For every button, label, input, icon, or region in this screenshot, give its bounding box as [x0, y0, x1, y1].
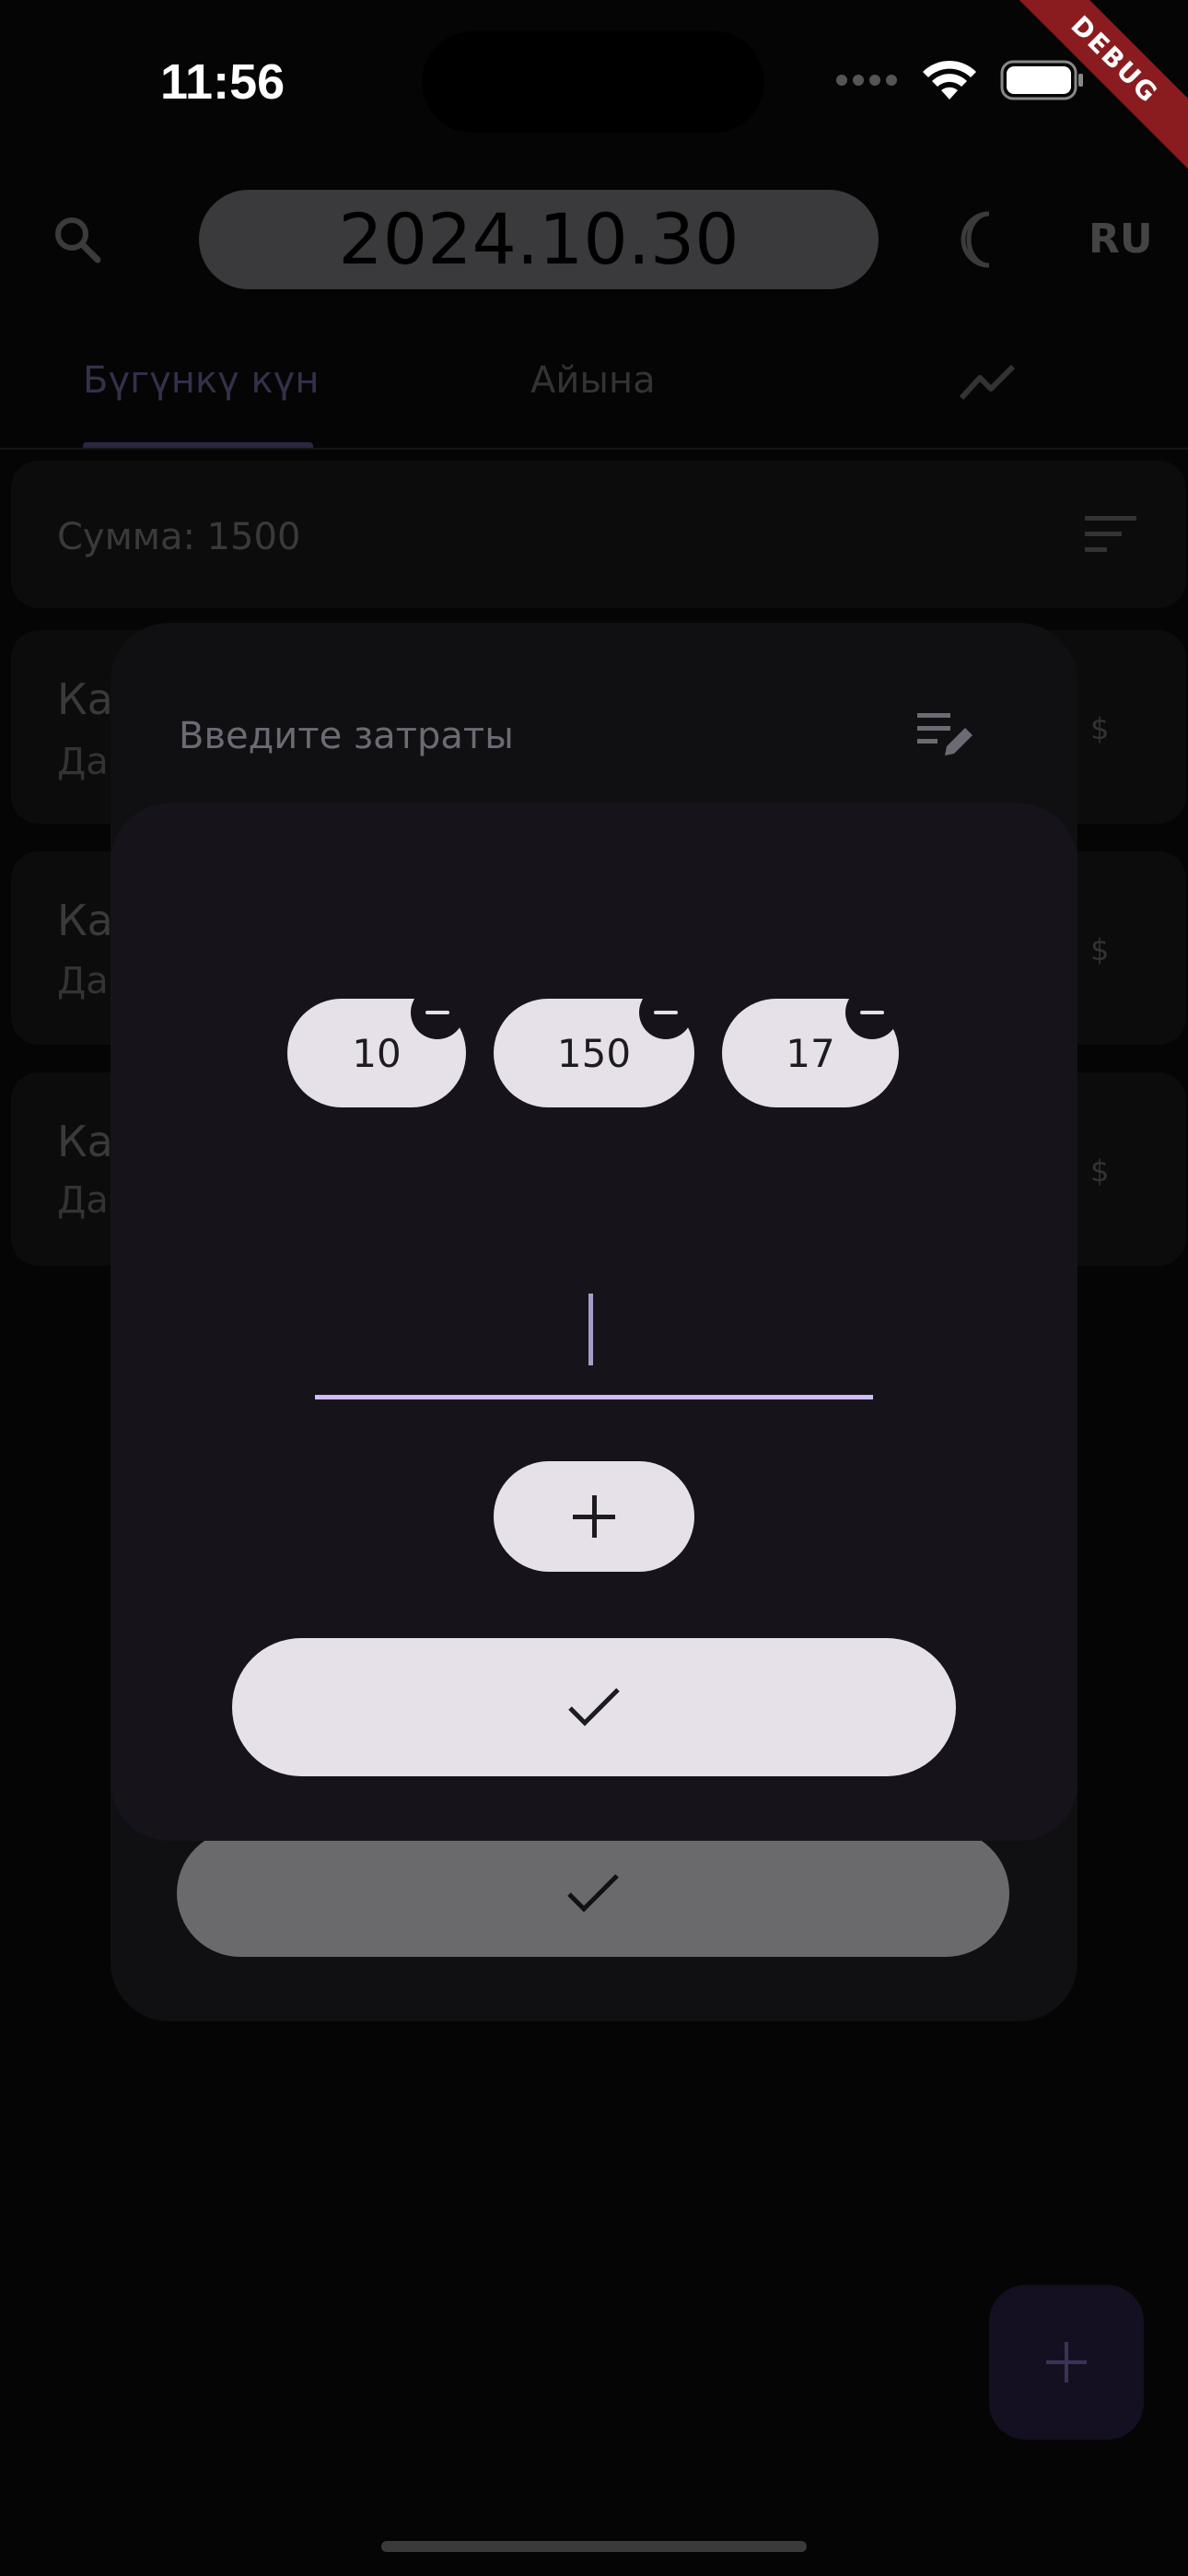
cellular-icon: [836, 75, 897, 86]
minus-icon: [654, 1011, 678, 1014]
check-icon: [568, 1688, 620, 1727]
expense-item-currency: $: [1090, 1153, 1110, 1188]
add-amount-button[interactable]: [494, 1461, 694, 1572]
moon-icon[interactable]: [958, 210, 1013, 273]
expense-item-title: Ка: [57, 896, 113, 945]
minus-icon: [425, 1011, 449, 1014]
edit-list-icon[interactable]: [917, 709, 974, 765]
tab-month[interactable]: Айына: [530, 359, 656, 402]
minus-icon: [860, 1011, 884, 1014]
expense-item-subtitle: Да: [57, 1179, 109, 1222]
expense-item-currency: $: [1090, 932, 1110, 967]
tab-today[interactable]: Бүгүнкү күн: [83, 359, 319, 402]
amount-chip-label: 17: [786, 1030, 835, 1076]
add-fab-button[interactable]: [989, 2285, 1144, 2440]
summary-label: Сумма: 1500: [57, 516, 301, 558]
dynamic-island: [422, 31, 764, 133]
amount-input[interactable]: [315, 1281, 873, 1399]
status-icons: [834, 59, 1085, 101]
remove-chip-button[interactable]: [845, 986, 899, 1039]
remove-chip-button[interactable]: [639, 986, 693, 1039]
text-caret: [588, 1294, 593, 1365]
wifi-icon: [923, 60, 976, 100]
trending-chart-icon[interactable]: [959, 361, 1017, 405]
sort-icon[interactable]: [1085, 516, 1136, 556]
home-indicator: [381, 2541, 807, 2552]
plus-icon: [1046, 2342, 1087, 2383]
date-selector[interactable]: 2024.10.30: [199, 190, 879, 289]
tabs-divider: [0, 448, 1188, 450]
confirm-button[interactable]: [232, 1638, 956, 1776]
search-icon[interactable]: [52, 214, 103, 269]
amount-chip-label: 10: [352, 1030, 402, 1076]
amount-chip-label: 150: [556, 1030, 632, 1076]
expense-item-subtitle: Да: [57, 960, 109, 1002]
check-icon: [567, 1874, 619, 1913]
expense-dialog-title: Введите затраты: [179, 715, 514, 757]
expense-item-title: Ка: [57, 674, 113, 724]
remove-chip-button[interactable]: [411, 986, 464, 1039]
plus-icon: [573, 1495, 615, 1538]
outer-confirm-button[interactable]: [177, 1830, 1009, 1957]
language-toggle[interactable]: RU: [1089, 216, 1153, 263]
expense-item-currency: $: [1090, 711, 1110, 746]
expense-item-subtitle: Да: [57, 741, 109, 783]
battery-icon: [1000, 60, 1083, 100]
status-time: 11:56: [160, 54, 285, 110]
expense-item-title: Ка: [57, 1117, 113, 1166]
